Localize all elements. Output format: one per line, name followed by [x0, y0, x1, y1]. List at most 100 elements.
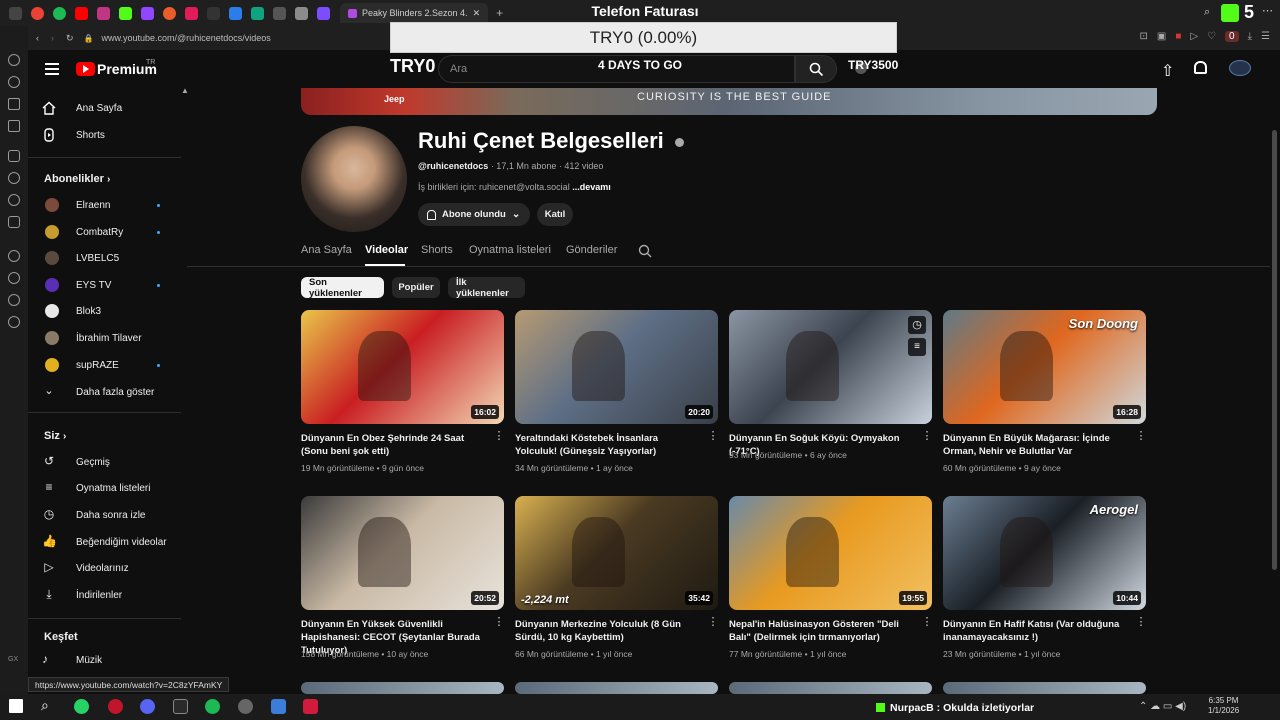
video-thumbnail[interactable]: 19:55: [729, 496, 932, 610]
snapshot-icon[interactable]: ▣: [1157, 31, 1166, 42]
tab-icon[interactable]: [295, 6, 308, 20]
reload-icon[interactable]: ↻: [66, 33, 74, 44]
channel-avatar[interactable]: [301, 126, 407, 232]
tab-icon[interactable]: [185, 6, 198, 20]
shield-icon[interactable]: ■: [1175, 31, 1181, 42]
tab-posts[interactable]: Gönderiler: [566, 244, 617, 256]
rail-music-icon[interactable]: [8, 250, 20, 262]
zero-badge[interactable]: 0: [1225, 31, 1239, 42]
tab-playlists[interactable]: Oynatma listeleri: [469, 244, 551, 256]
menu-icon[interactable]: ☰: [1261, 31, 1270, 42]
discord-taskbar-icon[interactable]: [140, 699, 155, 714]
opera-taskbar-icon[interactable]: [108, 699, 123, 714]
rail-gx-icon[interactable]: GX: [8, 656, 18, 663]
taskbar-search-icon[interactable]: ⌕: [41, 697, 56, 713]
more-actions-icon[interactable]: ⋮: [921, 617, 933, 628]
video-thumbnail[interactable]: [301, 682, 504, 694]
rail-wallet-icon[interactable]: [8, 98, 20, 110]
video-title[interactable]: Dünyanın Merkezine Yolculuk (8 Gün Sürdü…: [515, 618, 701, 644]
video-title[interactable]: Yeraltındaki Köstebek İnsanlara Yolculuk…: [515, 432, 701, 458]
pin-icon[interactable]: ⊡: [1139, 31, 1147, 42]
chip-latest[interactable]: Son yüklenenler: [301, 277, 384, 299]
rail-ai-icon[interactable]: [8, 294, 20, 306]
video-thumbnail[interactable]: -2,224 mt 35:42: [515, 496, 718, 610]
upload-icon[interactable]: ⇧: [1161, 61, 1174, 81]
obs-taskbar-icon[interactable]: [238, 699, 253, 714]
more-actions-icon[interactable]: ⋮: [921, 431, 933, 442]
sidebar-toggle-icon[interactable]: [9, 6, 22, 20]
play-icon[interactable]: ▷: [1190, 31, 1198, 42]
more-actions-icon[interactable]: ⋮: [1135, 617, 1147, 628]
active-browser-tab[interactable]: Peaky Blinders 2.Sezon 4. ✕: [340, 3, 489, 23]
notifications-bell-icon[interactable]: [1194, 61, 1207, 74]
hamburger-menu-icon[interactable]: [45, 63, 59, 75]
channel-more-link[interactable]: ...devamı: [572, 182, 611, 192]
search-button[interactable]: [795, 55, 837, 83]
channel-description[interactable]: İş birlikleri için: ruhicenet@volta.soci…: [418, 182, 611, 192]
rail-telegram-icon[interactable]: [8, 194, 20, 206]
whatsapp-taskbar-icon[interactable]: [74, 699, 89, 714]
video-thumbnail[interactable]: Son Doong 16:28: [943, 310, 1146, 424]
rail-calendar-icon[interactable]: [8, 120, 20, 132]
tab-shorts[interactable]: Shorts: [421, 244, 453, 256]
download-browser-icon[interactable]: ⤓: [1248, 31, 1252, 42]
video-title[interactable]: Nepal'in Halüsinasyon Gösteren "Deli Bal…: [729, 618, 915, 644]
kick-extension-icon[interactable]: [1221, 4, 1239, 22]
rail-profile-icon[interactable]: [8, 76, 20, 88]
rail-whatsapp-icon[interactable]: [8, 172, 20, 184]
chip-popular[interactable]: Popüler: [392, 277, 440, 298]
video-thumbnail[interactable]: 20:20: [515, 310, 718, 424]
twitch-tab-icon[interactable]: [141, 6, 154, 20]
tab-videos[interactable]: Videolar: [365, 244, 408, 256]
page-scrollbar[interactable]: [1272, 130, 1277, 570]
you-header[interactable]: Siz ›: [44, 430, 66, 442]
tab-icon[interactable]: [251, 6, 264, 20]
add-to-queue-icon[interactable]: ≡: [908, 338, 926, 356]
tab-icon[interactable]: [229, 6, 242, 20]
video-thumbnail[interactable]: [943, 682, 1146, 694]
account-avatar[interactable]: [1229, 60, 1251, 76]
channel-search-icon[interactable]: [638, 244, 652, 258]
spotify-tab-icon[interactable]: [53, 6, 66, 20]
app-taskbar-icon[interactable]: [173, 699, 188, 714]
more-actions-icon[interactable]: ⋮: [493, 617, 505, 628]
back-icon[interactable]: ‹: [36, 33, 39, 43]
rail-clock-icon[interactable]: [8, 272, 20, 284]
google-tab-icon[interactable]: [31, 6, 44, 20]
sidebar-scroll-up-icon[interactable]: ▲: [181, 86, 189, 95]
clock[interactable]: 6:35 PM 1/1/2026: [1208, 696, 1239, 716]
tab-icon[interactable]: [163, 6, 176, 20]
tray-icons[interactable]: ⌃ ☁ ▭ ◀): [1139, 701, 1186, 712]
tab-icon[interactable]: [207, 6, 220, 20]
video-thumbnail[interactable]: [515, 682, 718, 694]
windows-start-icon[interactable]: [9, 699, 23, 713]
video-thumbnail[interactable]: ◷ ≡: [729, 310, 932, 424]
subscribed-button[interactable]: Abone olundu ⌄: [418, 203, 530, 226]
chip-oldest[interactable]: İlk yüklenenler: [448, 277, 525, 299]
rail-instagram-icon[interactable]: [8, 216, 20, 228]
spotify-taskbar-icon[interactable]: [205, 699, 220, 714]
youtube-logo-icon[interactable]: [76, 62, 95, 76]
heart-icon[interactable]: ♡: [1207, 31, 1216, 42]
app2-taskbar-icon[interactable]: [303, 699, 318, 714]
video-title[interactable]: Dünyanın En Büyük Mağarası: İçinde Orman…: [943, 432, 1129, 458]
video-thumbnail[interactable]: Aerogel 10:44: [943, 496, 1146, 610]
video-thumbnail[interactable]: [729, 682, 932, 694]
forward-icon[interactable]: ›: [51, 33, 54, 43]
tab-icon[interactable]: [317, 6, 330, 20]
video-thumbnail[interactable]: 20:52: [301, 496, 504, 610]
window-menu-icon[interactable]: ⋯: [1262, 4, 1273, 17]
new-tab-icon[interactable]: +: [496, 6, 503, 20]
video-title[interactable]: Dünyanın En Obez Şehrinde 24 Saat (Sonu …: [301, 432, 487, 458]
more-actions-icon[interactable]: ⋮: [707, 617, 719, 628]
video-thumbnail[interactable]: 16:02: [301, 310, 504, 424]
more-actions-icon[interactable]: ⋮: [1135, 431, 1147, 442]
kick-tab-icon[interactable]: [119, 6, 132, 20]
close-tab-icon[interactable]: ✕: [473, 8, 481, 19]
subscriptions-header[interactable]: Abonelikler ›: [44, 173, 110, 185]
video-title[interactable]: Dünyanın En Hafif Katısı (Var olduğuna i…: [943, 618, 1129, 644]
more-actions-icon[interactable]: ⋮: [493, 431, 505, 442]
steam-taskbar-icon[interactable]: [271, 699, 286, 714]
rail-messenger-icon[interactable]: [8, 150, 20, 162]
tab-home[interactable]: Ana Sayfa: [301, 244, 352, 256]
